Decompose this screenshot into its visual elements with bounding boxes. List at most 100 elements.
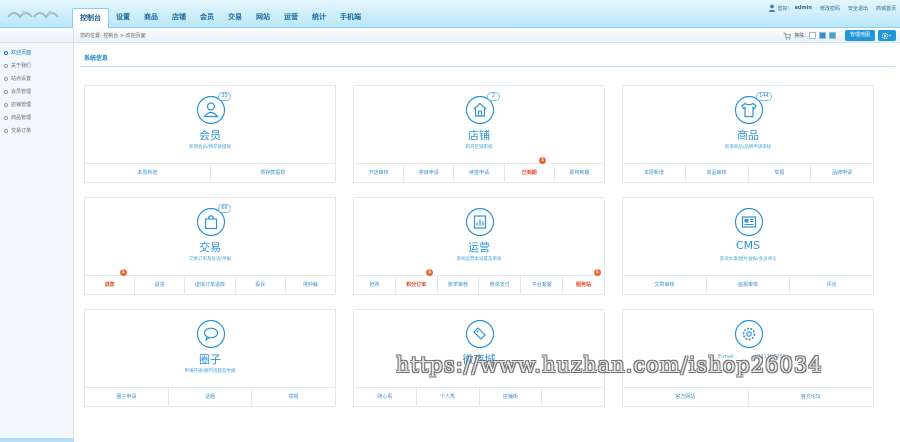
link-category-apply[interactable]: 类目申请: [403, 164, 453, 182]
card-store: 2 店铺 新开店铺审核 开店审核 类目申请 续签申请 已到期 1 即将到期: [353, 85, 605, 183]
manager-map-button[interactable]: 管理地图: [844, 30, 875, 41]
sidebar-item-label: 店铺管理: [11, 102, 32, 108]
card-description: 资讯文章/图片画报/会员评论: [719, 257, 777, 262]
link-flash-sale[interactable]: 抢购: [354, 276, 395, 294]
link-points-order[interactable]: 积分订单 1: [394, 269, 437, 294]
sidebar-item-stores[interactable]: 店铺管理: [4, 99, 31, 111]
chat-icon: [196, 319, 226, 349]
link-label: 服务站: [576, 282, 592, 288]
link-virtual-order-refund[interactable]: 虚拟订单退款: [184, 276, 234, 294]
card-links: 本周新增 预存款提现: [85, 163, 335, 182]
change-password-link[interactable]: 修改密码: [820, 5, 840, 12]
skin-swatch-white[interactable]: [808, 32, 816, 39]
link-comments[interactable]: 评论: [789, 276, 873, 294]
link-expired[interactable]: 已到期 1: [503, 157, 554, 182]
link-label: 退款: [104, 282, 115, 288]
bullet-icon: [4, 115, 8, 120]
sidebar-item-goods[interactable]: 商品管理: [4, 112, 31, 124]
link-topics[interactable]: 话题: [167, 388, 252, 406]
link-complaint[interactable]: 投诉: [234, 276, 285, 294]
link-return[interactable]: 退货: [134, 276, 184, 294]
sidebar-header: [0, 28, 73, 43]
card-member: 33 会员 新增会员/预存款提现 本周新增 预存款提现: [84, 85, 336, 183]
link-weekly-new-goods[interactable]: 本周新增: [623, 164, 685, 182]
link-bill-pay[interactable]: 账单支付: [478, 276, 520, 294]
link-empty[interactable]: [541, 388, 604, 406]
settings-dropdown-button[interactable]: [878, 30, 896, 41]
card-description: 新增商品/品牌申请审核: [724, 145, 772, 150]
link-official-site[interactable]: 官方网站: [623, 388, 748, 406]
sidebar-item-about[interactable]: 关于我们: [4, 60, 31, 72]
nav-tab-trade[interactable]: 交易: [221, 8, 249, 28]
link-renew-apply[interactable]: 续签申请: [453, 164, 503, 182]
main-nav: 控制台 设置 商品 店铺 会员 交易 网站 运营 统计 手机端: [72, 8, 368, 28]
link-goods-review[interactable]: 商品审核: [684, 164, 748, 182]
link-pictorial-review[interactable]: 画报审核: [705, 276, 790, 294]
card-links: 文章审核 画报审核 评论: [623, 275, 873, 294]
link-personal-show[interactable]: 个人秀: [415, 388, 479, 406]
nav-tab-store[interactable]: 店铺: [165, 8, 193, 28]
nav-tab-dashboard[interactable]: 控制台: [72, 8, 109, 28]
card-links: 抢购 积分订单 1 账单审核 账单支付 平台客服 服务站 1: [354, 269, 604, 294]
logo-icon: [7, 11, 59, 19]
link-refund[interactable]: 退款 1: [85, 269, 134, 294]
link-official-forum[interactable]: 官方论坛: [747, 388, 874, 406]
nav-tab-goods[interactable]: 商品: [137, 8, 165, 28]
bookmark-icon: [465, 319, 495, 349]
card-description: 交易订单及投诉/举报: [188, 257, 231, 262]
skin-swatch-teal[interactable]: [828, 32, 836, 39]
sidebar-item-site-settings[interactable]: 站点设置: [4, 73, 31, 85]
skin-switcher: 换肤: 管理地图: [783, 30, 896, 41]
link-bill-review[interactable]: 账单审核: [436, 276, 479, 294]
nav-tab-website[interactable]: 网站: [249, 8, 277, 28]
link-service-station[interactable]: 服务站 1: [562, 269, 604, 294]
sidebar: 欢迎页面 关于我们 站点设置 会员管理 店铺管理 商品管理 交易订单: [0, 28, 74, 442]
link-platform-service[interactable]: 平台客服: [520, 276, 562, 294]
card-description: 申请开通/圈内话题及举报: [184, 369, 236, 374]
card-links: 开店审核 类目申请 续签申请 已到期 1 即将到期: [354, 157, 604, 182]
link-circle-apply[interactable]: 圈子申请: [85, 388, 168, 406]
link-circle-report[interactable]: 举报: [251, 388, 335, 406]
card-links: 本周新增 商品审核 举报 品牌申请: [623, 163, 873, 182]
link-store-street[interactable]: 店铺街: [478, 388, 542, 406]
user-greeting: 您好： admin: [768, 4, 812, 12]
link-goods-report[interactable]: 举报: [747, 164, 811, 182]
card-badge: 2: [487, 92, 500, 101]
bullet-icon: [4, 50, 8, 55]
sidebar-item-members[interactable]: 会员管理: [4, 86, 31, 98]
link-article-review[interactable]: 文章审核: [623, 276, 706, 294]
alert-badge: 1: [593, 269, 601, 276]
alert-badge: 1: [119, 269, 127, 276]
link-deposit-withdraw[interactable]: 预存款提现: [209, 164, 336, 182]
user-icon: [768, 4, 775, 12]
link-store-open-review[interactable]: 开店审核: [354, 164, 403, 182]
nav-tab-stats[interactable]: 统计: [305, 8, 333, 28]
card-title: 交易: [199, 241, 221, 254]
sidebar-item-label: 欢迎页面: [11, 50, 32, 56]
nav-tab-mobile[interactable]: 手机端: [333, 8, 368, 28]
cart-icon: [783, 32, 792, 40]
nav-tab-operation[interactable]: 运营: [277, 8, 305, 28]
card-title: 商品: [737, 129, 759, 142]
card-circle: 圈子 申请开通/圈内话题及举报 圈子申请 话题 举报: [84, 309, 336, 407]
logout-link[interactable]: 安全退出: [848, 5, 868, 12]
bullet-icon: [4, 102, 8, 107]
link-casual-browse[interactable]: 随心看: [354, 388, 416, 406]
card-title: 运营: [468, 241, 490, 254]
link-brand-apply[interactable]: 品牌申请: [810, 164, 873, 182]
nav-tab-settings[interactable]: 设置: [109, 8, 137, 28]
card-links: 随心看 个人秀 店铺街: [354, 387, 604, 406]
link-label: 积分订单: [406, 282, 427, 288]
card-description: 新开店铺审核: [465, 145, 493, 150]
sidebar-item-welcome[interactable]: 欢迎页面: [4, 47, 31, 59]
bullet-icon: [4, 76, 8, 81]
skin-swatch-blue[interactable]: [818, 32, 826, 39]
top-right-links: 您好： admin 修改密码 安全退出 商城首页: [768, 4, 896, 12]
sidebar-item-orders[interactable]: 交易订单: [4, 125, 31, 137]
link-expiring-soon[interactable]: 即将到期: [553, 164, 604, 182]
mall-home-link[interactable]: 商城首页: [876, 5, 896, 12]
card-links: 退款 1 退货 虚拟订单退款 投诉 待仲裁: [85, 269, 335, 294]
nav-tab-member[interactable]: 会员: [193, 8, 221, 28]
link-weekly-new-members[interactable]: 本周新增: [85, 164, 210, 182]
link-arbitration[interactable]: 待仲裁: [284, 276, 335, 294]
